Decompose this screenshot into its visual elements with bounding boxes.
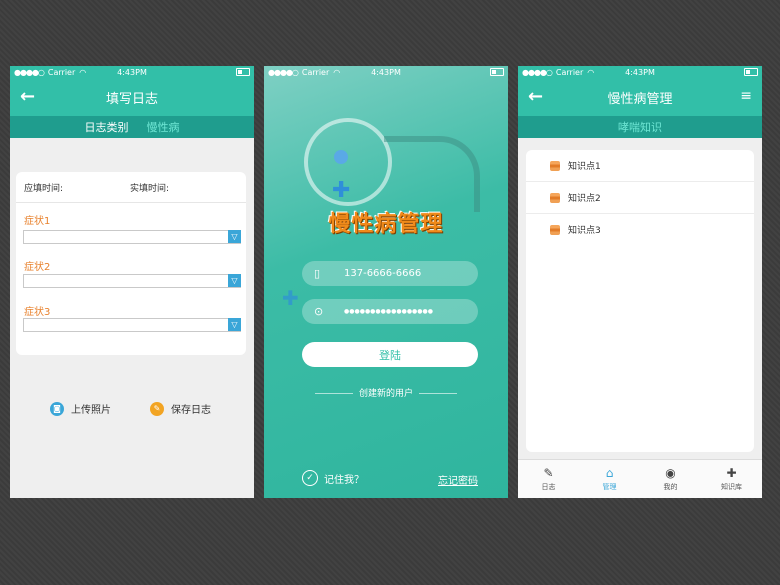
symptom-2-label: 症状2 bbox=[24, 262, 51, 273]
status-bar: ●●●●○ Carrier ◠ 4:43PM bbox=[264, 66, 508, 78]
layers-icon bbox=[550, 192, 560, 203]
management-screen: ●●●●○ Carrier ◠ 4:43PM ← 慢性病管理 ≡ 哮喘知识 知识… bbox=[518, 66, 762, 498]
carrier-label: Carrier bbox=[555, 67, 584, 77]
due-time-label: 应填时间: bbox=[24, 183, 64, 194]
camera-icon: ◙ bbox=[50, 401, 64, 416]
lock-icon: ⊙ bbox=[314, 305, 324, 318]
medical-kit-icon: ✚ bbox=[726, 466, 737, 480]
app-logo-title: 慢性病管理 bbox=[328, 212, 444, 237]
back-arrow-icon[interactable]: ← bbox=[20, 86, 35, 107]
page-title: 填写日志 bbox=[105, 91, 158, 107]
signal-icon: ●●●●○ bbox=[522, 67, 553, 77]
battery-icon bbox=[490, 68, 504, 76]
list-item[interactable]: 知识点3 bbox=[526, 214, 754, 245]
symptom-1-select[interactable]: ▽ bbox=[23, 230, 241, 244]
carrier-label: Carrier bbox=[301, 67, 330, 77]
phone-field[interactable]: ▯ 137-6666-6666 bbox=[302, 261, 478, 286]
tab-label: 管理 bbox=[602, 483, 617, 491]
password-field[interactable]: ⊙ ●●●●●●●●●●●●●●●●● bbox=[302, 299, 478, 324]
carrier-label: Carrier bbox=[47, 67, 76, 77]
doctor-icon bbox=[334, 150, 348, 164]
signal-icon: ●●●●○ bbox=[268, 67, 299, 77]
tab-label: 我的 bbox=[663, 483, 678, 491]
list-item[interactable]: 知识点1 bbox=[526, 150, 754, 182]
dropdown-arrow-icon[interactable]: ▽ bbox=[228, 318, 241, 331]
upload-photo-button[interactable]: ◙ 上传照片 bbox=[50, 401, 111, 416]
list-item[interactable]: 知识点2 bbox=[526, 182, 754, 214]
wifi-icon: ◠ bbox=[587, 67, 595, 77]
category-bar: 日志类别 慢性病 bbox=[10, 116, 254, 138]
status-time: 4:43PM bbox=[371, 67, 401, 77]
symptom-3-label: 症状3 bbox=[24, 307, 51, 318]
page-title: 慢性病管理 bbox=[607, 91, 673, 107]
tab-log-category[interactable]: 日志类别 bbox=[85, 119, 129, 135]
status-bar: ●●●●○ Carrier ◠ 4:43PM bbox=[518, 66, 762, 78]
user-icon: ◉ bbox=[665, 466, 676, 480]
diary-form-card: 应填时间: 实填时间: 症状1 ▽ 症状2 ▽ 症状3 ▽ bbox=[16, 172, 246, 355]
battery-icon bbox=[236, 68, 250, 76]
save-log-button[interactable]: ✎ 保存日志 bbox=[150, 401, 211, 416]
tab-label: 日志 bbox=[541, 483, 556, 491]
edit-icon: ✎ bbox=[150, 401, 164, 416]
upload-photo-label: 上传照片 bbox=[71, 405, 111, 416]
tab-manage[interactable]: ⌂ 管理 bbox=[579, 460, 640, 498]
forgot-password-link[interactable]: 忘记密码 bbox=[438, 472, 478, 487]
diary-header: ●●●●○ Carrier ◠ 4:43PM ← 填写日志 bbox=[10, 66, 254, 116]
tab-mine[interactable]: ◉ 我的 bbox=[640, 460, 701, 498]
medical-cross-icon: ✚ bbox=[332, 178, 351, 203]
symptom-1-label: 症状1 bbox=[24, 216, 51, 227]
dropdown-arrow-icon[interactable]: ▽ bbox=[228, 274, 241, 287]
tab-chronic-disease[interactable]: 慢性病 bbox=[147, 119, 180, 135]
list-item-label: 知识点2 bbox=[568, 194, 601, 204]
layers-icon bbox=[550, 224, 560, 235]
edit-icon: ✎ bbox=[543, 466, 554, 480]
diary-screen: ●●●●○ Carrier ◠ 4:43PM ← 填写日志 日志类别 慢性病 应… bbox=[10, 66, 254, 498]
back-arrow-icon[interactable]: ← bbox=[528, 86, 543, 107]
password-value: ●●●●●●●●●●●●●●●●● bbox=[344, 308, 434, 315]
status-bar: ●●●●○ Carrier ◠ 4:43PM bbox=[10, 66, 254, 78]
remember-me-label: 记住我？ bbox=[324, 474, 364, 486]
knowledge-list: 知识点1 知识点2 知识点3 bbox=[526, 150, 754, 452]
actual-time-label: 实填时间: bbox=[130, 183, 170, 194]
management-header: ●●●●○ Carrier ◠ 4:43PM ← 慢性病管理 ≡ bbox=[518, 66, 762, 116]
create-user-link[interactable]: 创建新的用户 bbox=[264, 386, 508, 399]
wifi-icon: ◠ bbox=[79, 67, 87, 77]
tag-icon: ⌂ bbox=[605, 466, 614, 480]
list-item-label: 知识点3 bbox=[568, 226, 601, 236]
tab-log[interactable]: ✎ 日志 bbox=[518, 460, 579, 498]
signal-icon: ●●●●○ bbox=[14, 67, 45, 77]
stethoscope-tube-illustration bbox=[384, 136, 480, 212]
symptom-3-select[interactable]: ▽ bbox=[23, 318, 241, 332]
login-button[interactable]: 登陆 bbox=[302, 342, 478, 367]
save-log-label: 保存日志 bbox=[171, 405, 211, 416]
layers-icon bbox=[550, 160, 560, 171]
navbar: ← 填写日志 bbox=[10, 78, 254, 116]
medical-cross-icon: ✚ bbox=[282, 286, 299, 310]
time-row: 应填时间: 实填时间: bbox=[16, 172, 246, 203]
status-time: 4:43PM bbox=[117, 67, 147, 77]
section-bar: 哮喘知识 bbox=[518, 116, 762, 138]
tab-label: 知识库 bbox=[721, 483, 742, 491]
phone-value: 137-6666-6666 bbox=[344, 268, 422, 279]
remember-me-toggle[interactable]: ✓ 记住我？ bbox=[302, 470, 364, 486]
tab-knowledge[interactable]: ✚ 知识库 bbox=[701, 460, 762, 498]
navbar: ← 慢性病管理 ≡ bbox=[518, 78, 762, 116]
menu-icon[interactable]: ≡ bbox=[740, 88, 752, 104]
list-item-label: 知识点1 bbox=[568, 162, 601, 172]
dropdown-arrow-icon[interactable]: ▽ bbox=[228, 230, 241, 243]
login-screen: ●●●●○ Carrier ◠ 4:43PM ✚ ✚ 慢性病管理 ▯ 137-6… bbox=[264, 66, 508, 498]
bottom-tab-bar: ✎ 日志 ⌂ 管理 ◉ 我的 ✚ 知识库 bbox=[518, 459, 762, 498]
wifi-icon: ◠ bbox=[333, 67, 341, 77]
symptom-2-select[interactable]: ▽ bbox=[23, 274, 241, 288]
check-circle-icon: ✓ bbox=[302, 470, 318, 486]
section-title[interactable]: 哮喘知识 bbox=[618, 119, 662, 135]
battery-icon bbox=[744, 68, 758, 76]
phone-icon: ▯ bbox=[314, 267, 321, 280]
status-time: 4:43PM bbox=[625, 67, 655, 77]
